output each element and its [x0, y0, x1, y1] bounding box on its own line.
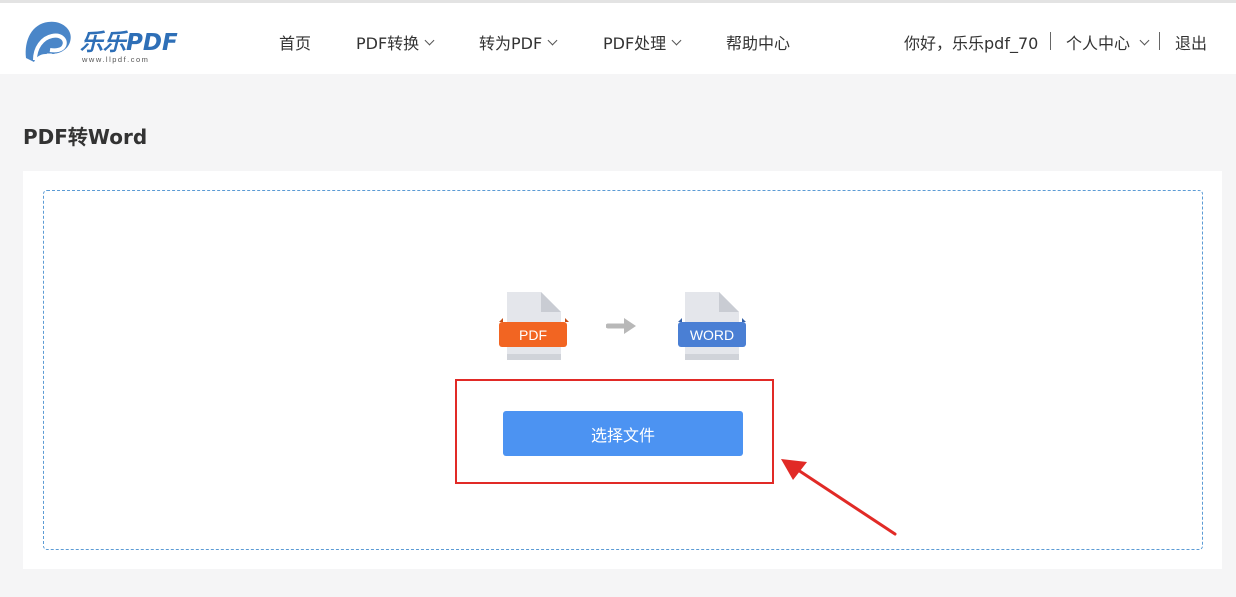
top-nav-bar: PF 乐乐PDF www.llpdf.com 首页 PDF转换 转为PDF PD… — [0, 0, 1236, 74]
user-greeting: 你好，乐乐pdf_70 — [904, 34, 1039, 53]
chevron-down-icon — [671, 35, 682, 45]
page-title: PDF转Word — [23, 125, 148, 149]
divider — [1050, 32, 1051, 50]
nav-pdf-convert-label: PDF转换 — [356, 34, 420, 53]
user-center-label: 个人中心 — [1066, 34, 1131, 53]
chevron-down-icon — [424, 35, 435, 45]
chevron-down-icon — [1139, 35, 1150, 45]
nav-pdf-process-label: PDF处理 — [603, 34, 667, 53]
annotation-arrow-icon — [781, 459, 897, 536]
logout-link[interactable]: 退出 — [1175, 30, 1207, 54]
file-drop-zone[interactable] — [43, 190, 1203, 550]
nav-home-label: 首页 — [279, 34, 312, 53]
nav-help-center[interactable]: 帮助中心 — [726, 30, 790, 54]
upload-card — [23, 171, 1222, 569]
nav-help-center-label: 帮助中心 — [726, 34, 791, 53]
word-file-icon: WORD — [678, 292, 746, 360]
annotation-highlight-box — [455, 379, 774, 484]
nav-pdf-process[interactable]: PDF处理 — [603, 30, 682, 54]
svg-text:WORD: WORD — [690, 327, 734, 343]
nav-to-pdf[interactable]: 转为PDF — [479, 30, 558, 54]
svg-text:www.llpdf.com: www.llpdf.com — [81, 55, 149, 64]
user-center-menu[interactable]: 个人中心 — [1066, 30, 1150, 54]
svg-text:PDF: PDF — [519, 327, 547, 343]
nav-to-pdf-label: 转为PDF — [479, 34, 543, 53]
llpdf-logo[interactable]: PF 乐乐PDF www.llpdf.com — [22, 18, 182, 64]
nav-pdf-convert[interactable]: PDF转换 — [356, 30, 435, 54]
svg-text:乐乐PDF: 乐乐PDF — [80, 30, 178, 56]
pdf-file-icon: PDF — [499, 292, 569, 360]
nav-home[interactable]: 首页 — [279, 30, 311, 54]
logout-label: 退出 — [1175, 34, 1208, 53]
chevron-down-icon — [547, 35, 558, 45]
svg-text:PF: PF — [46, 51, 61, 64]
arrow-right-icon — [606, 318, 636, 334]
divider — [1159, 32, 1160, 50]
